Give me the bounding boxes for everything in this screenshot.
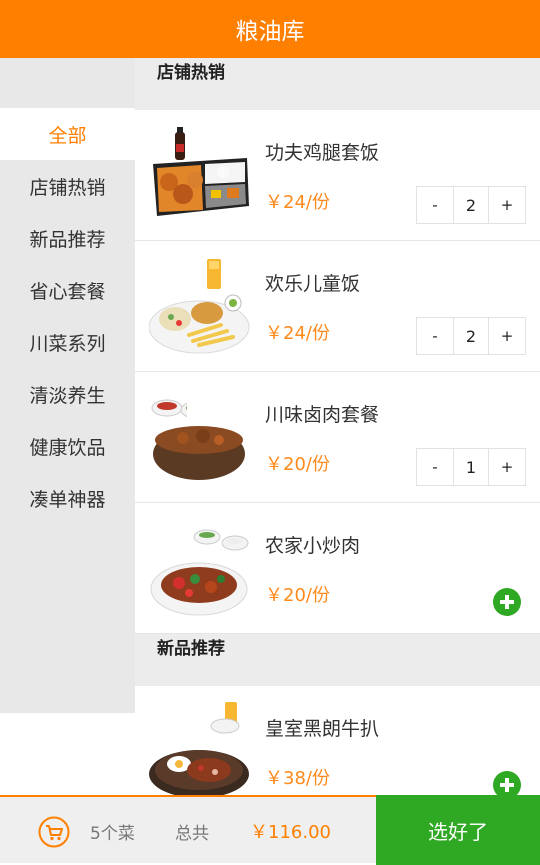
quantity-value: 1: [453, 449, 489, 485]
menu-list[interactable]: 店铺热销 功夫鸡腿套饭 ￥24/份 - 2 + 欢乐儿童饭 ￥24/份 - 2 …: [135, 58, 540, 795]
quantity-stepper: - 2 +: [416, 317, 526, 355]
item-price: ￥24/份: [265, 323, 330, 344]
item-price: ￥24/份: [265, 192, 330, 213]
item-price: ￥20/份: [265, 454, 330, 475]
quantity-stepper: - 2 +: [416, 186, 526, 224]
item-name: 功夫鸡腿套饭: [265, 142, 380, 164]
increase-button[interactable]: +: [489, 187, 525, 223]
item-name: 农家小炒肉: [265, 535, 361, 557]
total-amount: ￥116.00: [250, 822, 331, 843]
item-price: ￥20/份: [265, 585, 330, 606]
sidebar-item-fillers[interactable]: 凑单神器: [0, 472, 135, 524]
total-label: 总共: [175, 824, 209, 844]
sidebar-item-new[interactable]: 新品推荐: [0, 212, 135, 264]
page-title: 粮油库: [235, 19, 305, 45]
menu-item[interactable]: 欢乐儿童饭 ￥24/份 - 2 +: [135, 241, 540, 372]
sidebar-item-set-meal[interactable]: 省心套餐: [0, 264, 135, 316]
section-header-hot: 店铺热销: [135, 58, 540, 110]
item-name: 欢乐儿童饭: [265, 273, 361, 295]
sidebar-item-drinks[interactable]: 健康饮品: [0, 420, 135, 472]
decrease-button[interactable]: -: [417, 449, 453, 485]
cart-count: 5个菜: [90, 824, 135, 844]
menu-item[interactable]: 皇室黑朗牛扒 ￥38/份: [135, 686, 540, 795]
section-title: 店铺热销: [157, 63, 225, 83]
cart-bar: 5个菜 总共 ￥116.00 选好了: [0, 795, 540, 865]
decrease-button[interactable]: -: [417, 187, 453, 223]
menu-item[interactable]: 农家小炒肉 ￥20/份: [135, 503, 540, 634]
increase-button[interactable]: +: [489, 318, 525, 354]
menu-item[interactable]: 川味卤肉套餐 ￥20/份 - 1 +: [135, 372, 540, 503]
quantity-value: 2: [453, 187, 489, 223]
item-price: ￥38/份: [265, 768, 330, 789]
chicken-leg-set-meal-photo: [149, 124, 251, 226]
menu-item[interactable]: 功夫鸡腿套饭 ￥24/份 - 2 +: [135, 110, 540, 241]
increase-button[interactable]: +: [489, 449, 525, 485]
section-header-new: 新品推荐: [135, 634, 540, 686]
decrease-button[interactable]: -: [417, 318, 453, 354]
quantity-stepper: - 1 +: [416, 448, 526, 486]
stir-fried-pork-photo: [149, 517, 251, 619]
sidebar-item-hot[interactable]: 店铺热销: [0, 160, 135, 212]
section-title: 新品推荐: [157, 639, 225, 659]
steak-plate-photo: [149, 700, 251, 795]
checkout-button[interactable]: 选好了: [376, 795, 540, 865]
sidebar-item-light[interactable]: 清淡养生: [0, 368, 135, 420]
cart-icon[interactable]: [38, 816, 70, 848]
sidebar-item-sichuan[interactable]: 川菜系列: [0, 316, 135, 368]
sidebar-item-all[interactable]: 全部: [0, 108, 135, 160]
item-name: 川味卤肉套餐: [265, 404, 380, 426]
add-to-cart-icon[interactable]: [493, 771, 521, 795]
app-header: 粮油库: [0, 0, 540, 58]
add-to-cart-icon[interactable]: [493, 588, 521, 616]
item-name: 皇室黑朗牛扒: [265, 718, 380, 740]
kids-meal-photo: [149, 255, 251, 357]
braised-pork-set-photo: [149, 386, 251, 488]
quantity-value: 2: [453, 318, 489, 354]
category-sidebar: 全部 店铺热销 新品推荐 省心套餐 川菜系列 清淡养生 健康饮品 凑单神器: [0, 58, 135, 713]
